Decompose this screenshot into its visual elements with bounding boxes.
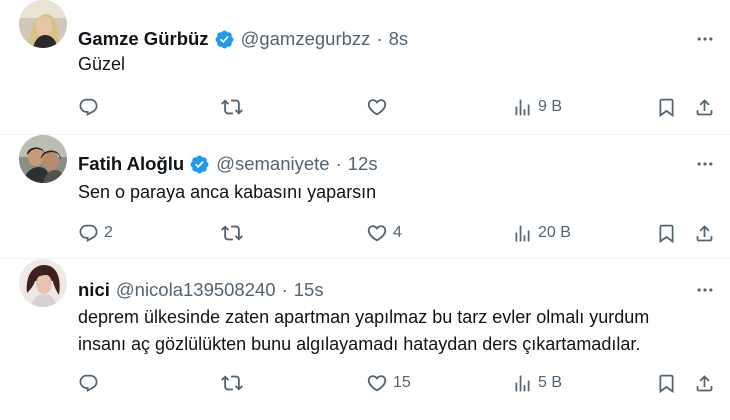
- share-button[interactable]: [694, 218, 715, 248]
- reply-count: 2: [104, 224, 113, 241]
- separator: ·: [376, 28, 383, 49]
- repost-button[interactable]: [221, 218, 248, 248]
- reply-button[interactable]: [78, 92, 104, 122]
- avatar[interactable]: [19, 0, 67, 48]
- timeline-feed: Gamze Gürbüz @gamzegurbzz · 8s Güzel 9 B…: [0, 0, 730, 420]
- timestamp[interactable]: 8s: [389, 28, 409, 50]
- views-button[interactable]: 9 B: [512, 92, 562, 122]
- share-button[interactable]: [694, 92, 715, 122]
- bookmark-button[interactable]: [656, 92, 677, 122]
- tweet-text-line: deprem ülkesinde zaten apartman yapılmaz…: [78, 307, 650, 327]
- separator: ·: [281, 279, 288, 300]
- repost-button[interactable]: [221, 92, 248, 122]
- views-icon: [512, 373, 533, 394]
- avatar[interactable]: [19, 259, 67, 307]
- views-icon: [512, 97, 533, 118]
- share-button[interactable]: [694, 368, 715, 398]
- like-button[interactable]: [366, 92, 393, 122]
- bookmark-icon: [656, 373, 677, 394]
- more-icon[interactable]: [694, 28, 716, 50]
- share-icon: [694, 97, 715, 118]
- bookmark-icon: [656, 223, 677, 244]
- display-name[interactable]: nici: [78, 279, 110, 301]
- like-icon: [366, 222, 388, 244]
- tweet-text: Sen o paraya anca kabasını yaparsın: [78, 182, 377, 202]
- action-bar: 9 B: [0, 92, 730, 122]
- views-button[interactable]: 20 B: [512, 218, 571, 248]
- timestamp[interactable]: 12s: [348, 153, 378, 175]
- display-name[interactable]: Fatih Aloğlu: [78, 153, 184, 175]
- bookmark-button[interactable]: [656, 218, 677, 248]
- tweet-header: nici @nicola139508240 · 15s: [78, 278, 324, 302]
- like-count: 15: [393, 374, 411, 391]
- view-count: 20 B: [538, 224, 571, 241]
- verified-badge-icon: [214, 29, 235, 50]
- repost-icon: [221, 222, 243, 244]
- avatar[interactable]: [19, 135, 67, 183]
- reply-icon: [78, 373, 99, 394]
- bookmark-icon: [656, 97, 677, 118]
- reply-button[interactable]: [78, 368, 104, 398]
- display-name[interactable]: Gamze Gürbüz: [78, 28, 209, 50]
- more-icon[interactable]: [694, 279, 716, 301]
- bookmark-button[interactable]: [656, 368, 677, 398]
- views-button[interactable]: 5 B: [512, 368, 562, 398]
- tweet-header: Fatih Aloğlu @semaniyete · 12s: [78, 152, 378, 176]
- handle[interactable]: @gamzegurbzz: [241, 28, 371, 50]
- tweet-text: Güzel: [78, 54, 126, 74]
- view-count: 5 B: [538, 374, 563, 391]
- like-button[interactable]: 4: [366, 218, 402, 248]
- verified-badge-icon: [189, 154, 210, 175]
- repost-icon: [221, 372, 243, 394]
- share-icon: [694, 373, 715, 394]
- repost-icon: [221, 96, 243, 118]
- reply-icon: [78, 223, 99, 244]
- like-button[interactable]: 15: [366, 368, 411, 398]
- action-bar: 15 5 B: [0, 368, 730, 398]
- separator: ·: [335, 153, 342, 174]
- handle[interactable]: @nicola139508240: [116, 279, 276, 301]
- timestamp[interactable]: 15s: [294, 279, 324, 301]
- more-icon[interactable]: [694, 153, 716, 175]
- tweet-header: Gamze Gürbüz @gamzegurbzz · 8s: [78, 27, 408, 51]
- like-count: 4: [393, 224, 402, 241]
- repost-button[interactable]: [221, 368, 248, 398]
- reply-icon: [78, 97, 99, 118]
- handle[interactable]: @semaniyete: [216, 153, 329, 175]
- view-count: 9 B: [538, 98, 563, 115]
- like-icon: [366, 372, 388, 394]
- like-icon: [366, 96, 388, 118]
- tweet-text: deprem ülkesinde zaten apartman yapılmaz…: [78, 304, 708, 358]
- share-icon: [694, 223, 715, 244]
- reply-button[interactable]: 2: [78, 218, 113, 248]
- views-icon: [512, 223, 533, 244]
- tweet-text-line: insanı aç gözlülükten bunu algılayamadı …: [78, 334, 641, 354]
- action-bar: 2 4 20 B: [0, 218, 730, 248]
